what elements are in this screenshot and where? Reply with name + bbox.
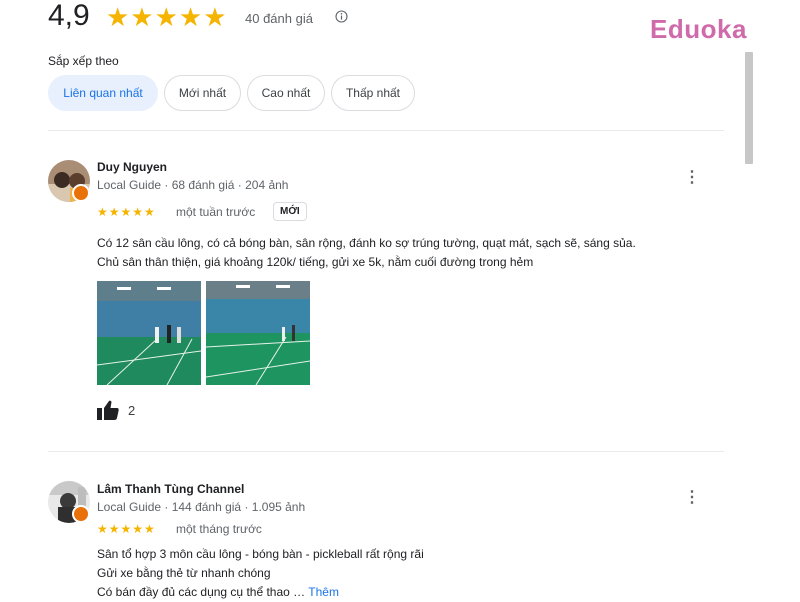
- reviewer-meta: Local Guide · 68 đánh giá · 204 ảnh: [97, 178, 289, 192]
- review-text-line: Gửi xe bằng thẻ từ nhanh chóng: [97, 566, 271, 580]
- show-more-link[interactable]: Thêm: [308, 585, 339, 599]
- review-text-line-truncated: Có bán đầy đủ các dụng cụ thể thao …: [97, 585, 306, 599]
- like-count: 2: [128, 403, 136, 418]
- review-stars: ★★★★★: [97, 522, 156, 536]
- review-count: 40 đánh giá: [245, 11, 313, 26]
- thumbs-up-icon[interactable]: [97, 400, 119, 420]
- scrollbar-thumb[interactable]: [745, 52, 753, 164]
- divider: [48, 130, 724, 131]
- reviewer-name[interactable]: Lâm Thanh Tùng Channel: [97, 482, 244, 496]
- sort-chip-lowest[interactable]: Thấp nhất: [331, 75, 415, 111]
- more-options-icon[interactable]: ⋮: [684, 489, 700, 507]
- info-icon[interactable]: [335, 10, 348, 23]
- brand-watermark: Eduoka: [650, 14, 747, 44]
- local-guide-badge-icon: [72, 505, 90, 523]
- reviewer-name[interactable]: Duy Nguyen: [97, 160, 167, 174]
- review-text-line: Sân tổ hợp 3 môn cầu lông - bóng bàn - p…: [97, 547, 424, 561]
- review-photo[interactable]: [206, 281, 310, 385]
- review-text-line: Có bán đầy đủ các dụng cụ thể thao … Thê…: [97, 583, 727, 602]
- review-time: một tháng trước: [176, 522, 262, 536]
- review-text: Sân tổ hợp 3 môn cầu lông - bóng bàn - p…: [97, 545, 727, 602]
- overall-stars: ★★★★★: [106, 2, 228, 32]
- review-stars: ★★★★★: [97, 205, 156, 219]
- new-badge: MỚI: [273, 202, 307, 221]
- local-guide-badge-icon: [72, 184, 90, 202]
- review-text-line: Chủ sân thân thiện, giá khoảng 120k/ tiế…: [97, 255, 534, 269]
- review-text-line: Có 12 sân cầu lông, có cả bóng bàn, sân …: [97, 236, 636, 250]
- sort-chip-highest[interactable]: Cao nhất: [247, 75, 325, 111]
- review-photo[interactable]: [97, 281, 201, 385]
- overall-rating: 4,9: [48, 0, 90, 32]
- review-text: Có 12 sân cầu lông, có cả bóng bàn, sân …: [97, 234, 727, 272]
- sort-label: Sắp xếp theo: [48, 54, 119, 68]
- sort-chip-relevant[interactable]: Liên quan nhất: [48, 75, 158, 111]
- more-options-icon[interactable]: ⋮: [684, 169, 700, 187]
- review-time: một tuần trước: [176, 205, 256, 219]
- sort-chip-newest[interactable]: Mới nhất: [164, 75, 241, 111]
- reviewer-meta: Local Guide · 144 đánh giá · 1.095 ảnh: [97, 500, 306, 514]
- divider: [48, 451, 724, 452]
